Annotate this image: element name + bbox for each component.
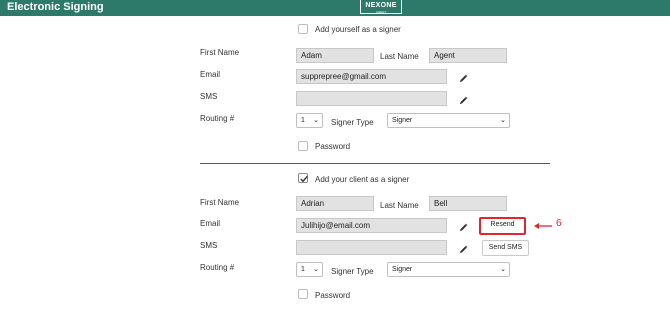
sms-label: SMS bbox=[200, 92, 218, 101]
agent-email-field[interactable]: supprepree@gmail.com bbox=[296, 69, 447, 84]
signer-type-value: Signer bbox=[392, 266, 413, 273]
annotation-number: 6 bbox=[556, 218, 562, 229]
password-label: Password bbox=[315, 142, 351, 151]
agent-last-name-field[interactable]: Agent bbox=[429, 48, 507, 63]
client-first-name-field[interactable]: Adrian bbox=[296, 196, 374, 211]
resend-button[interactable]: Resend bbox=[479, 217, 526, 235]
add-yourself-label: Add yourself as a signer bbox=[315, 25, 401, 34]
routing-value: 1 bbox=[301, 117, 305, 124]
signer-type-value: Signer bbox=[392, 117, 413, 124]
agent-signer-type-select[interactable]: Signer ⌄ bbox=[387, 113, 510, 128]
first-name-label: First Name bbox=[200, 198, 240, 207]
routing-label: Routing # bbox=[200, 263, 235, 272]
chevron-down-icon: ⌄ bbox=[500, 266, 506, 273]
sms-label: SMS bbox=[200, 241, 218, 250]
signer-type-label: Signer Type bbox=[331, 267, 374, 276]
agent-sms-field[interactable] bbox=[296, 91, 447, 106]
password-label: Password bbox=[315, 291, 351, 300]
logo-subtext: AGENT bbox=[375, 10, 387, 14]
email-label: Email bbox=[200, 219, 221, 228]
agent-first-name-field[interactable]: Adam bbox=[296, 48, 374, 63]
chevron-down-icon: ⌄ bbox=[313, 266, 319, 273]
agent-password-checkbox[interactable] bbox=[298, 141, 308, 151]
client-last-name-field[interactable]: Bell bbox=[429, 196, 507, 211]
agent-routing-select[interactable]: 1 ⌄ bbox=[296, 113, 323, 128]
client-sms-field[interactable] bbox=[296, 240, 447, 255]
routing-value: 1 bbox=[301, 266, 305, 273]
routing-label: Routing # bbox=[200, 114, 235, 123]
arrow-left-icon bbox=[534, 223, 552, 229]
chevron-down-icon: ⌄ bbox=[313, 117, 319, 124]
last-name-label: Last Name bbox=[380, 52, 419, 61]
last-name-label: Last Name bbox=[380, 201, 419, 210]
first-name-label: First Name bbox=[200, 48, 240, 57]
client-routing-select[interactable]: 1 ⌄ bbox=[296, 262, 323, 277]
nexone-logo: NEXONE AGENT bbox=[360, 0, 402, 14]
add-client-checkbox[interactable] bbox=[298, 173, 308, 183]
logo-text: NEXONE bbox=[365, 2, 397, 9]
client-password-checkbox[interactable] bbox=[298, 289, 308, 299]
signer-type-label: Signer Type bbox=[331, 118, 374, 127]
add-client-label: Add your client as a signer bbox=[315, 175, 410, 184]
send-sms-button[interactable]: Send SMS bbox=[482, 240, 529, 256]
pencil-icon[interactable] bbox=[459, 74, 468, 83]
email-label: Email bbox=[200, 70, 221, 79]
page-title: Electronic Signing bbox=[7, 1, 104, 13]
chevron-down-icon: ⌄ bbox=[500, 117, 506, 124]
pencil-icon[interactable] bbox=[459, 96, 468, 105]
check-icon bbox=[300, 175, 308, 183]
client-email-field[interactable]: Julihijo@email.com bbox=[296, 218, 447, 233]
pencil-icon[interactable] bbox=[459, 223, 468, 232]
section-divider bbox=[200, 163, 550, 164]
add-yourself-checkbox[interactable] bbox=[298, 24, 308, 34]
app-header: Electronic Signing NEXONE AGENT bbox=[0, 0, 670, 16]
client-signer-type-select[interactable]: Signer ⌄ bbox=[387, 262, 510, 277]
pencil-icon[interactable] bbox=[459, 245, 468, 254]
